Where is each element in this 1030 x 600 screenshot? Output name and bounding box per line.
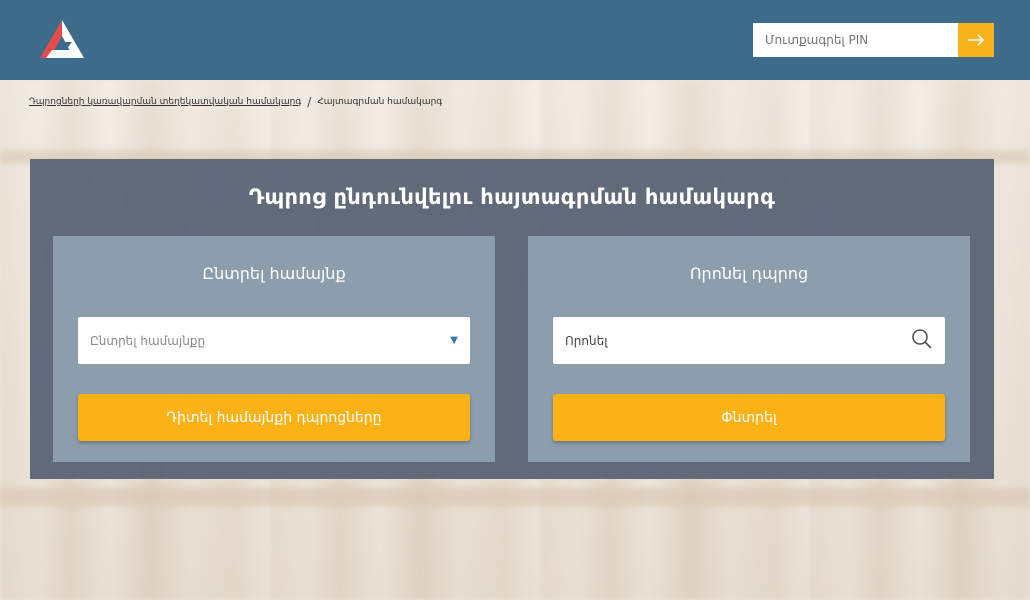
- search-button[interactable]: Փնտրել: [553, 394, 945, 441]
- community-card: Ընտրել համայնք Ընտրել համայնքը ▼ Դիտել հ…: [53, 236, 495, 462]
- school-search-value: Որոնել: [565, 333, 608, 348]
- breadcrumb-link-home[interactable]: Դպրոցների կառավարման տեղեկատվական համակա…: [29, 97, 301, 107]
- school-search-card: Որոնել դպրոց Որոնել Փնտրել: [528, 236, 970, 462]
- triangle-logo-icon[interactable]: [36, 16, 88, 64]
- breadcrumb-current: Հայտագրման համակարգ: [317, 97, 443, 107]
- view-community-schools-button[interactable]: Դիտել համայնքի դպրոցները: [78, 394, 470, 441]
- arrow-right-icon: [967, 31, 985, 50]
- pin-input[interactable]: [753, 23, 958, 57]
- pin-submit-button[interactable]: [958, 23, 994, 57]
- school-search-card-title: Որոնել դպրոց: [689, 264, 809, 283]
- page-title: Դպրոց ընդունվելու հայտագրման համակարգ: [248, 185, 776, 209]
- main-panel: Դպրոց ընդունվելու հայտագրման համակարգ Ըն…: [30, 159, 994, 479]
- school-search-input[interactable]: Որոնել: [553, 317, 945, 364]
- breadcrumb-separator: /: [307, 95, 312, 109]
- community-card-title: Ընտրել համայնք: [202, 264, 346, 283]
- breadcrumb: Դպրոցների կառավարման տեղեկատվական համակա…: [29, 95, 442, 109]
- top-bar: [0, 0, 1030, 80]
- search-icon[interactable]: [911, 328, 933, 353]
- community-select-value: Ընտրել համայնքը: [90, 333, 206, 348]
- community-select[interactable]: Ընտրել համայնքը ▼: [78, 317, 470, 364]
- caret-down-icon: ▼: [450, 335, 458, 346]
